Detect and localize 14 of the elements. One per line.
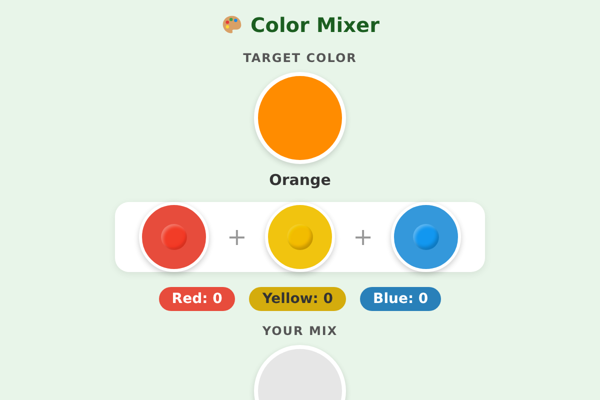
count-badge: Blue: 0 (360, 287, 442, 311)
circle-icon (287, 224, 313, 250)
count-badge: Red: 0 (158, 287, 236, 311)
plus-sign: + (226, 225, 247, 249)
paint-button[interactable] (265, 202, 335, 272)
plus-sign: + (353, 225, 374, 249)
circle-icon (160, 224, 187, 250)
app-title: Color Mixer (250, 12, 380, 38)
palette-icon (220, 14, 243, 36)
count-badge: Yellow: 0 (249, 287, 346, 311)
section-label: TARGET COLOR (243, 50, 357, 66)
target-color-name: Orange (269, 170, 331, 190)
circle-icon (413, 224, 440, 250)
section-label: YOUR MIX (262, 323, 338, 339)
